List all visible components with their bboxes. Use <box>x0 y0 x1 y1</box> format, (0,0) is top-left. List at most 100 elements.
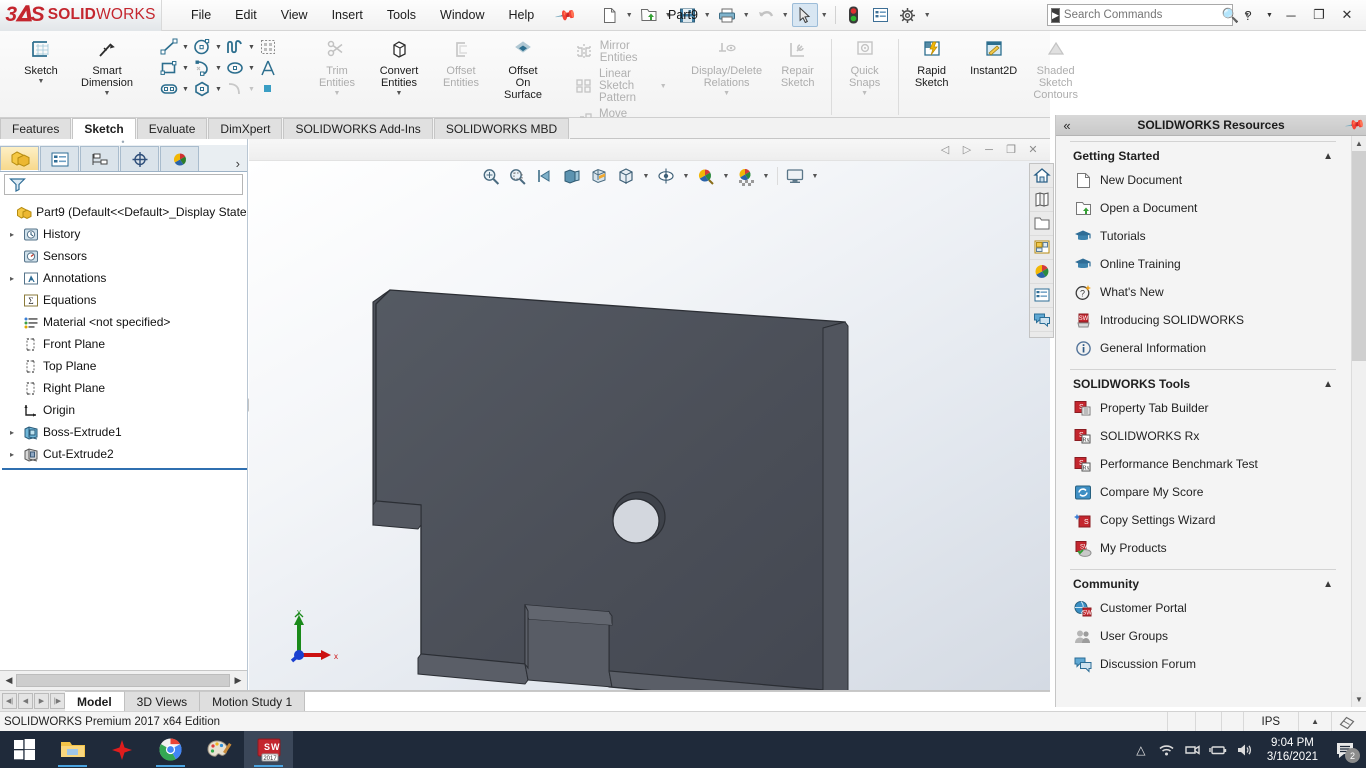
file-explorer-taskbar-icon[interactable] <box>48 731 97 768</box>
tree-node-right-plane[interactable]: ▸ Right Plane <box>2 377 247 399</box>
section-solidworks-tools[interactable]: SOLIDWORKS Tools ▲ <box>1070 369 1336 394</box>
last-tab-button[interactable]: |▶ <box>50 693 65 709</box>
ellipse-icon[interactable] <box>224 58 246 78</box>
windows-start-icon[interactable] <box>0 731 48 768</box>
instant2d-button[interactable]: Instant2D <box>963 34 1025 77</box>
repair-sketch-button[interactable]: Repair Sketch <box>767 34 829 89</box>
scroll-down-arrow[interactable]: ▼ <box>1352 692 1366 707</box>
edit-appearance-button[interactable] <box>694 164 719 188</box>
rectangle-dropdown[interactable]: ▼ <box>180 65 191 72</box>
new-document-dropdown[interactable]: ▼ <box>624 3 635 27</box>
tab-3d-views[interactable]: 3D Views <box>124 690 201 712</box>
pin-icon[interactable]: 📌 <box>1341 112 1366 138</box>
tool-my-products[interactable]: SW My Products <box>1070 534 1336 562</box>
configuration-manager-tab[interactable] <box>80 146 119 171</box>
rectangle-icon[interactable] <box>158 58 180 78</box>
speaker-icon[interactable] <box>1233 743 1257 757</box>
resource-online-training[interactable]: Online Training <box>1070 250 1336 278</box>
edit-appearance-dropdown[interactable]: ▼ <box>721 173 732 180</box>
menu-tools[interactable]: Tools <box>376 4 427 26</box>
menu-edit[interactable]: Edit <box>224 4 268 26</box>
double-chevron-left-icon[interactable]: « <box>1056 118 1078 133</box>
part-3d-model[interactable] <box>249 161 1050 690</box>
pin-icon[interactable]: 📌 <box>554 3 577 27</box>
sketch-pattern-icon[interactable] <box>257 37 279 57</box>
resource-introducing-solidworks[interactable]: SW Introducing SOLIDWORKS <box>1070 306 1336 334</box>
view-settings-button[interactable] <box>783 164 808 188</box>
chevron-right-icon[interactable]: › <box>236 156 247 171</box>
new-document-button[interactable] <box>597 3 623 27</box>
arc-dropdown[interactable]: ▼ <box>213 65 224 72</box>
linear-sketch-pattern-dropdown[interactable]: ▼ <box>644 83 667 90</box>
quick-snaps-button[interactable]: Quick Snaps ▼ <box>834 34 896 97</box>
tool-compare-my-score[interactable]: Compare My Score <box>1070 478 1336 506</box>
section-getting-started[interactable]: Getting Started ▲ <box>1070 141 1336 166</box>
line-icon[interactable] <box>158 37 180 57</box>
scroll-thumb[interactable] <box>16 674 230 687</box>
community-customer-portal[interactable]: SW Customer Portal <box>1070 594 1336 622</box>
smart-dimension-button[interactable]: Smart Dimension ▼ <box>72 34 142 97</box>
close-icon[interactable]: ✕ <box>1334 3 1360 27</box>
resource-open-document[interactable]: Open a Document <box>1070 194 1336 222</box>
fillet-dropdown[interactable]: ▼ <box>246 86 257 93</box>
view-palette-button[interactable] <box>1030 236 1053 260</box>
trim-entities-dropdown[interactable]: ▼ <box>334 90 341 97</box>
next-tab-button[interactable]: ▶ <box>34 693 49 709</box>
offset-entities-button[interactable]: Offset Entities <box>430 34 492 89</box>
expand-arrow-boss-extrude1[interactable]: ▸ <box>6 428 18 437</box>
hide-show-dropdown[interactable]: ▼ <box>681 173 692 180</box>
offset-on-surface-button[interactable]: Offset On Surface <box>492 34 554 101</box>
menu-window[interactable]: Window <box>429 4 495 26</box>
tool-property-tab-builder[interactable]: S Property Tab Builder <box>1070 394 1336 422</box>
chevron-up-icon[interactable]: ▲ <box>1323 151 1333 162</box>
menu-file[interactable]: File <box>180 4 222 26</box>
tree-node-boss-extrude1[interactable]: ▸ Boss-Extrude1 <box>2 421 247 443</box>
cloud-icon[interactable] <box>1181 743 1205 757</box>
design-library-button[interactable] <box>1030 188 1053 212</box>
dimxpert-manager-tab[interactable] <box>120 146 159 171</box>
tool-solidworks-rx[interactable]: S Rx SOLIDWORKS Rx <box>1070 422 1336 450</box>
previous-tab-button[interactable]: ◀ <box>18 693 33 709</box>
battery-icon[interactable] <box>1207 743 1231 757</box>
tree-node-material[interactable]: ▸ Material <not specified> <box>2 311 247 333</box>
line-dropdown[interactable]: ▼ <box>180 44 191 51</box>
expand-arrow-annotations[interactable]: ▸ <box>6 274 18 283</box>
tool-performance-benchmark-test[interactable]: S Rx Performance Benchmark Test <box>1070 450 1336 478</box>
expand-arrow-cut-extrude2[interactable]: ▸ <box>6 450 18 459</box>
view-orientation-button[interactable] <box>587 164 612 188</box>
scroll-left-arrow[interactable]: ◀ <box>2 675 16 686</box>
search-input[interactable] <box>1063 9 1218 21</box>
print-dropdown[interactable]: ▼ <box>741 3 752 27</box>
file-explorer-button[interactable] <box>1030 212 1053 236</box>
tab-dimxpert[interactable]: DimXpert <box>208 118 283 139</box>
tab-sketch[interactable]: Sketch <box>72 118 136 139</box>
fillet-icon[interactable] <box>224 79 246 99</box>
display-style-dropdown[interactable]: ▼ <box>641 173 652 180</box>
tab-solidworks-addins[interactable]: SOLIDWORKS Add-Ins <box>283 118 433 139</box>
tree-node-history[interactable]: ▸ History <box>2 223 247 245</box>
tree-node-front-plane[interactable]: ▸ Front Plane <box>2 333 247 355</box>
expand-arrow-history[interactable]: ▸ <box>6 230 18 239</box>
task-pane-scrollbar[interactable]: ▲ ▼ <box>1351 136 1366 707</box>
apply-scene-dropdown[interactable]: ▼ <box>761 173 772 180</box>
linear-sketch-pattern-button[interactable]: Linear Sketch Pattern ▼ <box>570 67 671 105</box>
scroll-thumb[interactable] <box>1352 151 1366 361</box>
chrome-taskbar-icon[interactable] <box>146 731 195 768</box>
community-user-groups[interactable]: User Groups <box>1070 622 1336 650</box>
previous-view-button[interactable]: ◁ <box>934 141 956 159</box>
quick-snaps-dropdown[interactable]: ▼ <box>861 90 868 97</box>
tree-node-top-plane[interactable]: ▸ Top Plane <box>2 355 247 377</box>
display-manager-tab[interactable] <box>160 146 199 171</box>
scroll-up-arrow[interactable]: ▲ <box>1352 136 1366 151</box>
tree-node-cut-extrude2[interactable]: ▸ Cut-Extrude2 <box>2 443 247 465</box>
open-document-button[interactable] <box>636 3 662 27</box>
save-dropdown[interactable]: ▼ <box>702 3 713 27</box>
next-view-button[interactable]: ▷ <box>956 141 978 159</box>
units-indicator[interactable]: IPS <box>1242 711 1299 732</box>
chevron-up-icon[interactable]: ▲ <box>1323 379 1333 390</box>
resource-general-information[interactable]: General Information <box>1070 334 1336 362</box>
gear-icon[interactable] <box>895 3 921 27</box>
undo-button[interactable] <box>753 3 779 27</box>
paint-taskbar-icon[interactable] <box>195 731 244 768</box>
circle-icon[interactable] <box>191 37 213 57</box>
